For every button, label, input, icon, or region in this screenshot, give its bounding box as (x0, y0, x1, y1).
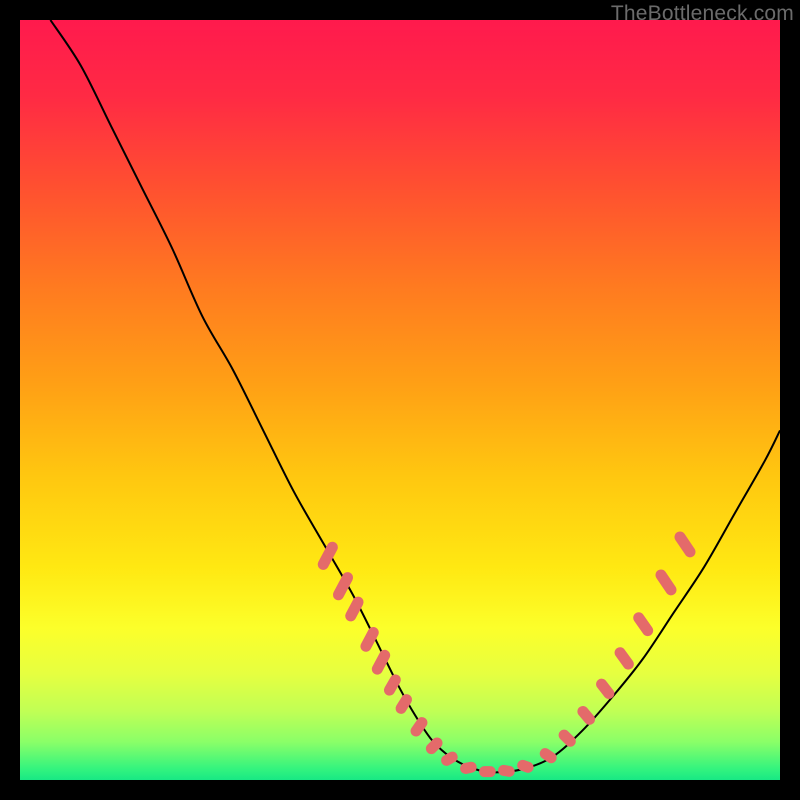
chart-svg (20, 20, 780, 780)
plot-area (20, 20, 780, 780)
gradient-background (20, 20, 780, 780)
chart-container: TheBottleneck.com (0, 0, 800, 800)
